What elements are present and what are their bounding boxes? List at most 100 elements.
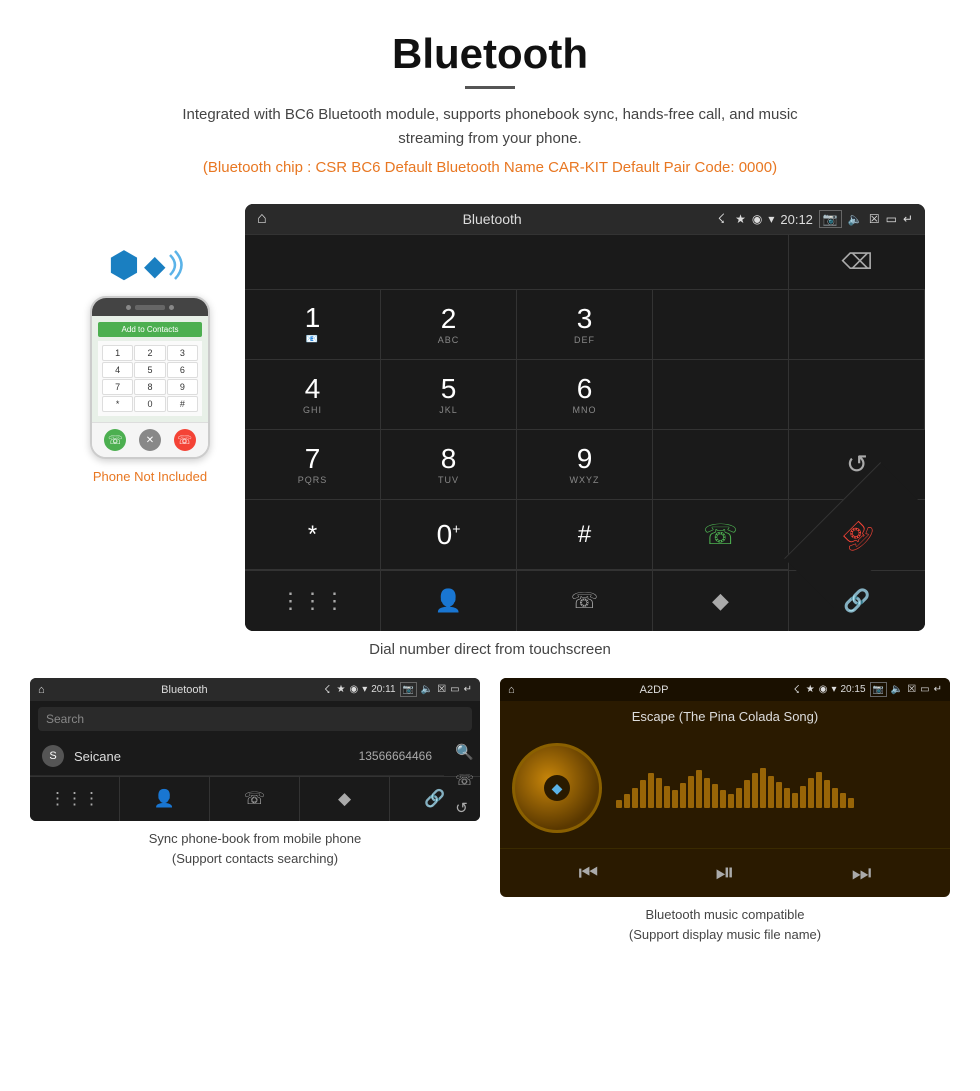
music-status-bar: ⌂ A2DP ☇ ★◉▾ 20:15 📷 🔈☒▭↵ <box>500 678 950 701</box>
music-visualizer <box>616 768 938 808</box>
phone-not-included-label: Phone Not Included <box>93 469 207 484</box>
home-icon-music[interactable]: ⌂ <box>508 684 515 696</box>
phone-screen-header: Add to Contacts <box>98 322 202 337</box>
close-icon[interactable]: ☒ <box>869 212 880 226</box>
chip-info: (Bluetooth chip : CSR BC6 Default Blueto… <box>20 159 960 176</box>
music-bar <box>664 786 670 808</box>
dial-empty-2 <box>789 290 925 360</box>
music-bar <box>744 780 750 808</box>
phone-illustration: ⬢ ◆ Add to Contacts 123 456 789 <box>55 204 245 484</box>
dial-key-star[interactable]: * <box>245 500 381 570</box>
call-button[interactable]: ☏ <box>653 500 789 570</box>
phonebook-screen-wrap: ⌂ Bluetooth ☇ ★◉▾ 20:11 📷 🔈☒▭↵ Search <box>30 678 480 944</box>
volume-icon[interactable]: 🔈 <box>848 212 863 226</box>
camera-icon-music[interactable]: 📷 <box>870 682 887 697</box>
music-bar <box>704 778 710 808</box>
search-area: Search <box>30 707 480 731</box>
pb-nav-contacts[interactable]: 👤 <box>120 777 210 821</box>
backspace-button[interactable]: ⌫ <box>789 235 925 290</box>
music-bar <box>696 770 702 808</box>
nav-dialpad-button[interactable]: ⋮⋮⋮ <box>245 571 381 631</box>
page-subtitle: Integrated with BC6 Bluetooth module, su… <box>170 103 810 151</box>
dial-key-3[interactable]: 3 DEF <box>517 290 653 360</box>
search-bar[interactable]: Search <box>38 707 472 731</box>
home-icon[interactable]: ⌂ <box>257 210 267 228</box>
music-screen-title: A2DP <box>521 684 788 696</box>
search-side-icon[interactable]: 🔍 <box>455 743 474 761</box>
dial-key-9[interactable]: 9 WXYZ <box>517 430 653 500</box>
status-icons: ★ ◉ ▾ 20:12 📷 🔈 ☒ ▭ ↵ <box>735 210 913 228</box>
usb-icon: ☇ <box>718 211 725 227</box>
nav-contacts-button[interactable]: 👤 <box>381 571 517 631</box>
dial-empty-3 <box>653 360 789 430</box>
dial-key-8[interactable]: 8 TUV <box>381 430 517 500</box>
back-icon[interactable]: ↵ <box>903 212 913 226</box>
phone-hangup-button[interactable]: ☏ <box>174 429 196 451</box>
phone-call-button[interactable]: ☏ <box>104 429 126 451</box>
dial-display <box>245 235 789 290</box>
pb-nav-grid[interactable]: ⋮⋮⋮ <box>30 777 120 821</box>
svg-text:◆: ◆ <box>144 250 166 281</box>
music-bar <box>712 784 718 808</box>
nav-phone-button[interactable]: ☏ <box>517 571 653 631</box>
dial-key-1[interactable]: 1 📧 <box>245 290 381 360</box>
main-dial-section: ⬢ ◆ Add to Contacts 123 456 789 <box>0 204 980 631</box>
music-bar <box>728 794 734 808</box>
music-bar <box>640 780 646 808</box>
music-bar <box>680 783 686 808</box>
screen-split-icon[interactable]: ▭ <box>886 212 897 226</box>
music-bars <box>616 768 938 808</box>
music-status-icons: ★◉▾ 20:15 📷 🔈☒▭↵ <box>806 682 942 697</box>
play-pause-button[interactable]: ⏯ <box>715 859 734 887</box>
usb-icon-music: ☇ <box>793 683 799 696</box>
music-screen-wrap: ⌂ A2DP ☇ ★◉▾ 20:15 📷 🔈☒▭↵ Escape (The Pi… <box>500 678 950 944</box>
dial-key-7[interactable]: 7 PQRS <box>245 430 381 500</box>
dial-key-6[interactable]: 6 MNO <box>517 360 653 430</box>
music-bar <box>648 773 654 808</box>
next-button[interactable]: ⏭ <box>852 860 872 886</box>
music-bar <box>672 790 678 808</box>
camera-icon[interactable]: 📷 <box>819 210 842 228</box>
dial-caption: Dial number direct from touchscreen <box>0 641 980 658</box>
bottom-screens: ⌂ Bluetooth ☇ ★◉▾ 20:11 📷 🔈☒▭↵ Search <box>0 678 980 944</box>
music-bar <box>848 798 854 808</box>
screen-title: Bluetooth <box>277 211 708 227</box>
music-bar <box>736 788 742 808</box>
pb-nav-bluetooth[interactable]: ◆ <box>300 777 390 821</box>
music-bar <box>808 778 814 808</box>
bluetooth-music-icon: ◆ <box>544 775 570 801</box>
phone-device: Add to Contacts 123 456 789 *0# ☏ ✕ ☏ <box>90 296 210 459</box>
phone-end-button[interactable]: ✕ <box>139 429 161 451</box>
dialpad-grid: ⌫ 1 📧 2 ABC 3 DEF 4 GHI 5 <box>245 234 925 570</box>
contact-name: Seicane <box>74 749 359 764</box>
phonebook-screen-title: Bluetooth <box>51 684 319 696</box>
contact-row[interactable]: S Seicane 13566664466 <box>30 737 444 776</box>
camera-icon-small[interactable]: 📷 <box>400 682 417 697</box>
dial-key-5[interactable]: 5 JKL <box>381 360 517 430</box>
phonebook-time: 20:11 <box>371 684 395 695</box>
side-action-icons: 🔍 ☏ ↺ <box>455 737 474 817</box>
call-side-icon[interactable]: ☏ <box>455 771 474 789</box>
music-bar <box>760 768 766 808</box>
dial-key-hash[interactable]: # <box>517 500 653 570</box>
music-screen: ⌂ A2DP ☇ ★◉▾ 20:15 📷 🔈☒▭↵ Escape (The Pi… <box>500 678 950 897</box>
sync-side-icon[interactable]: ↺ <box>455 799 474 817</box>
dial-key-0[interactable]: 0+ <box>381 500 517 570</box>
phonebook-status-icons: ★◉▾ 20:11 📷 🔈☒▭↵ <box>336 682 472 697</box>
dial-key-2[interactable]: 2 ABC <box>381 290 517 360</box>
dial-key-4[interactable]: 4 GHI <box>245 360 381 430</box>
pb-nav-phone[interactable]: ☏ <box>210 777 300 821</box>
music-bar <box>824 780 830 808</box>
title-divider <box>465 86 515 89</box>
music-bar <box>632 788 638 808</box>
nav-bluetooth-button[interactable]: ◆ <box>653 571 789 631</box>
search-placeholder: Search <box>46 712 84 726</box>
music-bar <box>776 782 782 808</box>
bluetooth-waves-icon: ◆ <box>142 245 192 285</box>
status-time: 20:12 <box>780 212 813 227</box>
home-icon-small[interactable]: ⌂ <box>38 684 45 696</box>
large-car-screen: ⌂ Bluetooth ☇ ★ ◉ ▾ 20:12 📷 🔈 ☒ ▭ ↵ ⌫ 1 <box>245 204 925 631</box>
wifi-icon: ▾ <box>768 212 774 226</box>
location-icon: ◉ <box>752 212 762 226</box>
prev-button[interactable]: ⏮ <box>579 860 599 886</box>
